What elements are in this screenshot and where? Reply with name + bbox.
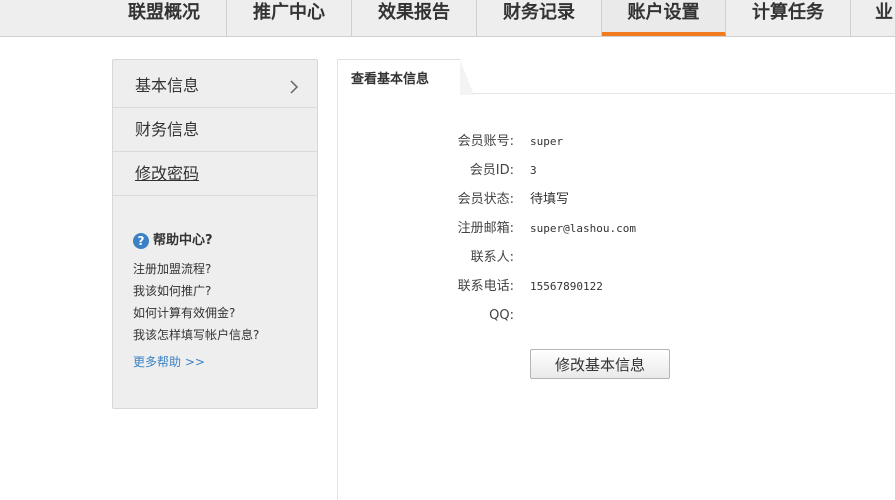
sidebar-item-label: 基本信息	[135, 76, 200, 95]
edit-basic-info-button[interactable]: 修改基本信息	[530, 349, 670, 379]
field-label: 会员ID:	[469, 163, 514, 178]
field-label: 会员账号:	[457, 134, 514, 149]
sidebar-item-finance-info[interactable]: 财务信息	[113, 108, 317, 152]
sidebar-item-label: 修改密码	[135, 164, 200, 183]
help-title: ? 帮助中心?	[133, 232, 313, 250]
field-value: 待填写	[530, 192, 570, 207]
question-circle-icon: ?	[133, 233, 149, 249]
field-row-contact: 联系人:	[338, 247, 895, 269]
nav-tab-account-settings[interactable]: 账户设置	[602, 0, 726, 36]
field-value: super	[530, 135, 564, 148]
top-navigation: 联盟概况 推广中心 效果报告 财务记录 账户设置 计算任务 业	[0, 0, 895, 37]
sidebar: 基本信息 财务信息 修改密码 ? 帮助中心? 注册加盟流程? 我该如何推广? 如…	[112, 59, 318, 409]
sidebar-item-basic-info[interactable]: 基本信息	[113, 64, 317, 108]
field-value: 3	[530, 164, 537, 177]
nav-tab-promotion[interactable]: 推广中心	[227, 0, 352, 36]
help-link-register[interactable]: 注册加盟流程?	[133, 258, 313, 280]
help-link-promote[interactable]: 我该如何推广?	[133, 280, 313, 302]
nav-tab-more[interactable]: 业	[851, 0, 895, 36]
field-label: 会员状态:	[457, 192, 514, 207]
field-value: super@lashou.com	[530, 222, 636, 235]
nav-tab-reports[interactable]: 效果报告	[352, 0, 477, 36]
help-center: ? 帮助中心? 注册加盟流程? 我该如何推广? 如何计算有效佣金? 我该怎样填写…	[133, 232, 313, 373]
field-value: 15567890122	[530, 280, 603, 293]
nav-tab-tasks[interactable]: 计算任务	[726, 0, 851, 36]
field-label: 联系人:	[470, 250, 514, 265]
field-label: 联系电话:	[457, 279, 514, 294]
field-row-phone: 联系电话: 15567890122	[338, 276, 895, 298]
tab-label: 查看基本信息	[351, 72, 430, 87]
field-row-member-id: 会员ID: 3	[338, 160, 895, 182]
more-help-link[interactable]: 更多帮助 >>	[133, 351, 313, 373]
help-link-commission[interactable]: 如何计算有效佣金?	[133, 302, 313, 324]
field-label: QQ:	[489, 308, 514, 323]
help-link-account-info[interactable]: 我该怎样填写帐户信息?	[133, 324, 313, 346]
sidebar-item-change-password[interactable]: 修改密码	[113, 152, 317, 196]
field-row-email: 注册邮箱: super@lashou.com	[338, 218, 895, 240]
field-label: 注册邮箱:	[457, 221, 514, 236]
nav-tab-overview[interactable]: 联盟概况	[102, 0, 227, 36]
field-row-qq: QQ:	[338, 305, 895, 327]
sidebar-item-label: 财务信息	[135, 120, 200, 139]
tab-divider	[458, 93, 895, 94]
tab-view-basic-info[interactable]: 查看基本信息	[338, 59, 474, 95]
main-content: 查看基本信息 会员账号: super 会员ID: 3 会员状态: 待填写 注册邮…	[337, 59, 895, 500]
field-row-status: 会员状态: 待填写	[338, 189, 895, 211]
nav-tab-finance[interactable]: 财务记录	[477, 0, 602, 36]
field-row-account: 会员账号: super	[338, 131, 895, 153]
